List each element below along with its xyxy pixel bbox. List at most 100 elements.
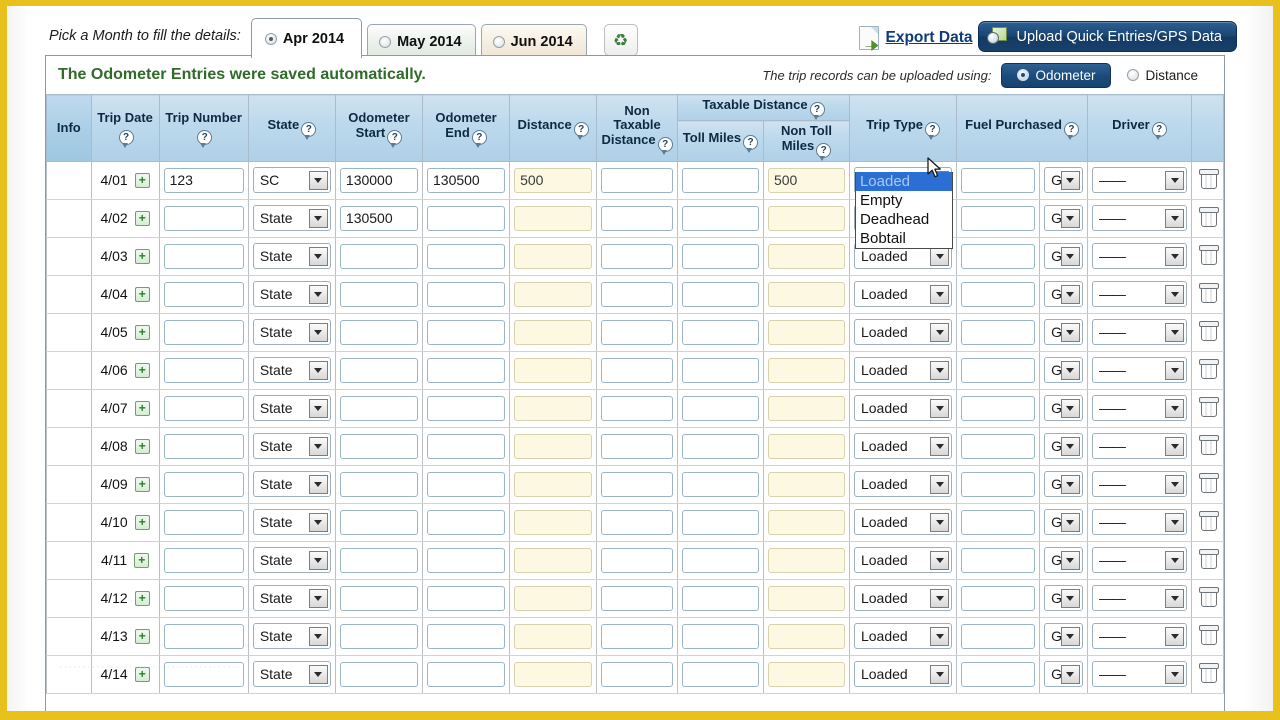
delete-row-button[interactable] bbox=[1200, 321, 1216, 339]
trip-number-input[interactable] bbox=[164, 586, 244, 611]
driver-select[interactable]: —— bbox=[1092, 433, 1187, 459]
trip-number-input[interactable] bbox=[164, 244, 244, 269]
fuel-purchased-input[interactable] bbox=[961, 586, 1035, 611]
non-toll-miles-input[interactable] bbox=[768, 510, 845, 535]
fuel-purchased-input[interactable] bbox=[961, 358, 1035, 383]
add-row-button[interactable]: + bbox=[134, 553, 149, 568]
non-taxable-distance-input[interactable] bbox=[601, 472, 673, 497]
state-select[interactable]: SC bbox=[253, 167, 331, 193]
trip-type-select[interactable]: Loaded bbox=[854, 661, 952, 687]
fuel-purchased-input[interactable] bbox=[961, 548, 1035, 573]
toll-miles-input[interactable] bbox=[682, 168, 759, 193]
tab-may-2014[interactable]: May 2014 bbox=[367, 24, 476, 58]
toll-miles-input[interactable] bbox=[682, 320, 759, 345]
distance-input[interactable] bbox=[514, 586, 592, 611]
trip-number-input[interactable] bbox=[164, 624, 244, 649]
upload-quick-entries-button[interactable]: Upload Quick Entries/GPS Data bbox=[978, 21, 1237, 52]
help-icon-taxable-distance[interactable]: ? bbox=[810, 102, 825, 117]
help-icon-fuel-purchased[interactable]: ? bbox=[1064, 122, 1079, 137]
driver-select[interactable]: —— bbox=[1092, 509, 1187, 535]
odometer-start-input[interactable] bbox=[340, 168, 418, 193]
help-icon-driver[interactable]: ? bbox=[1152, 122, 1167, 137]
add-row-button[interactable]: + bbox=[135, 401, 150, 416]
trip-number-input[interactable] bbox=[164, 434, 244, 459]
add-row-button[interactable]: + bbox=[135, 477, 150, 492]
non-toll-miles-input[interactable] bbox=[768, 244, 845, 269]
add-row-button[interactable]: + bbox=[135, 325, 150, 340]
odometer-end-input[interactable] bbox=[427, 244, 505, 269]
odometer-end-input[interactable] bbox=[427, 472, 505, 497]
trip-type-select[interactable]: Loaded bbox=[854, 585, 952, 611]
odometer-end-input[interactable] bbox=[427, 206, 505, 231]
delete-row-button[interactable] bbox=[1200, 283, 1216, 301]
add-row-button[interactable]: + bbox=[135, 629, 150, 644]
toggle-odometer[interactable]: Odometer bbox=[1001, 63, 1111, 88]
state-select[interactable]: State bbox=[253, 205, 331, 231]
toll-miles-input[interactable] bbox=[682, 244, 759, 269]
state-select[interactable]: State bbox=[253, 433, 331, 459]
toll-miles-input[interactable] bbox=[682, 510, 759, 535]
toll-miles-input[interactable] bbox=[682, 548, 759, 573]
trip-type-option[interactable]: Empty bbox=[856, 191, 952, 210]
delete-row-button[interactable] bbox=[1200, 587, 1216, 605]
trip-number-input[interactable] bbox=[164, 548, 244, 573]
state-select[interactable]: State bbox=[253, 319, 331, 345]
fuel-unit-select[interactable]: Gal bbox=[1044, 661, 1083, 687]
trip-type-option[interactable]: Loaded bbox=[856, 172, 952, 191]
distance-input[interactable] bbox=[514, 282, 592, 307]
trip-number-input[interactable] bbox=[164, 206, 244, 231]
help-icon-odometer-end[interactable]: ? bbox=[472, 130, 487, 145]
fuel-unit-select[interactable]: Gal bbox=[1044, 585, 1083, 611]
help-icon-non-taxable-distance[interactable]: ? bbox=[658, 137, 673, 152]
trip-number-input[interactable] bbox=[164, 168, 244, 193]
distance-input[interactable] bbox=[514, 168, 592, 193]
add-row-button[interactable]: + bbox=[135, 249, 150, 264]
refresh-recycle-button[interactable]: ♻ bbox=[604, 24, 638, 56]
non-toll-miles-input[interactable] bbox=[768, 434, 845, 459]
delete-row-button[interactable] bbox=[1200, 245, 1216, 263]
trip-number-input[interactable] bbox=[164, 358, 244, 383]
distance-input[interactable] bbox=[514, 206, 592, 231]
fuel-purchased-input[interactable] bbox=[961, 396, 1035, 421]
distance-input[interactable] bbox=[514, 662, 592, 687]
non-taxable-distance-input[interactable] bbox=[601, 548, 673, 573]
distance-input[interactable] bbox=[514, 472, 592, 497]
trip-type-select[interactable]: Loaded bbox=[854, 395, 952, 421]
state-select[interactable]: State bbox=[253, 661, 331, 687]
fuel-unit-select[interactable]: Gal bbox=[1044, 547, 1083, 573]
add-row-button[interactable]: + bbox=[135, 439, 150, 454]
odometer-start-input[interactable] bbox=[340, 282, 418, 307]
driver-select[interactable]: —— bbox=[1092, 357, 1187, 383]
odometer-end-input[interactable] bbox=[427, 662, 505, 687]
toll-miles-input[interactable] bbox=[682, 434, 759, 459]
non-toll-miles-input[interactable] bbox=[768, 168, 845, 193]
fuel-unit-select[interactable]: Gal bbox=[1044, 205, 1083, 231]
add-row-button[interactable]: + bbox=[135, 363, 150, 378]
driver-select[interactable]: —— bbox=[1092, 243, 1187, 269]
help-icon-trip-type[interactable]: ? bbox=[925, 122, 940, 137]
driver-select[interactable]: —— bbox=[1092, 167, 1187, 193]
help-icon-trip-date[interactable]: ? bbox=[119, 130, 134, 145]
trip-type-select[interactable]: Loaded bbox=[854, 281, 952, 307]
help-icon-toll-miles[interactable]: ? bbox=[743, 135, 758, 150]
odometer-start-input[interactable] bbox=[340, 662, 418, 687]
toll-miles-input[interactable] bbox=[682, 206, 759, 231]
odometer-end-input[interactable] bbox=[427, 510, 505, 535]
fuel-purchased-input[interactable] bbox=[961, 168, 1035, 193]
help-icon-state[interactable]: ? bbox=[301, 122, 316, 137]
toggle-distance[interactable]: Distance bbox=[1111, 63, 1214, 88]
state-select[interactable]: State bbox=[253, 395, 331, 421]
add-row-button[interactable]: + bbox=[135, 287, 150, 302]
delete-row-button[interactable] bbox=[1200, 435, 1216, 453]
trip-number-input[interactable] bbox=[164, 662, 244, 687]
non-taxable-distance-input[interactable] bbox=[601, 282, 673, 307]
odometer-end-input[interactable] bbox=[427, 168, 505, 193]
fuel-unit-select[interactable]: Gal bbox=[1044, 433, 1083, 459]
non-taxable-distance-input[interactable] bbox=[601, 168, 673, 193]
fuel-unit-select[interactable]: Gal bbox=[1044, 319, 1083, 345]
non-taxable-distance-input[interactable] bbox=[601, 586, 673, 611]
fuel-unit-select[interactable]: Gal bbox=[1044, 509, 1083, 535]
non-taxable-distance-input[interactable] bbox=[601, 510, 673, 535]
fuel-unit-select[interactable]: Gal bbox=[1044, 281, 1083, 307]
odometer-start-input[interactable] bbox=[340, 206, 418, 231]
